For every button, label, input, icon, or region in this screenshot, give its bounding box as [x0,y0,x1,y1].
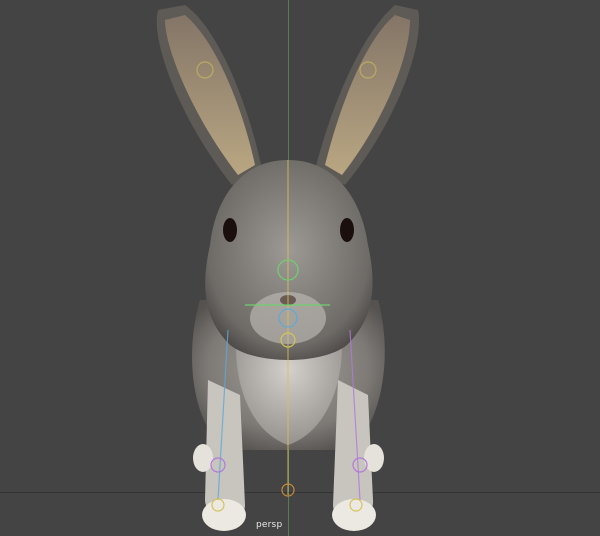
rabbit-model[interactable] [0,0,600,536]
right-ear [315,5,420,185]
camera-name-label: persp [256,520,283,530]
left-ear [156,5,262,185]
3d-viewport[interactable]: persp [0,0,600,536]
right-eye [340,218,354,242]
left-eye [223,218,237,242]
